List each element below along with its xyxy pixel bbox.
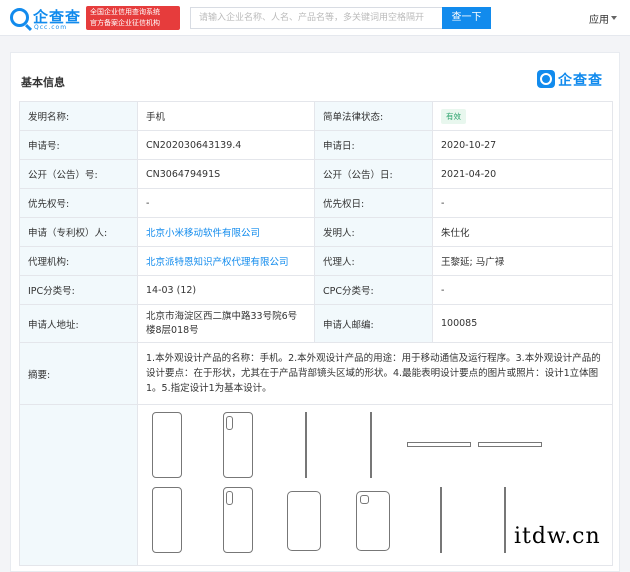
field-label: 申请号: (19, 130, 138, 160)
abstract-text: 1.本外观设计产品的名称：手机。2.本外观设计产品的用途：用于移动通信及运行程序… (137, 342, 613, 405)
field-value: CN306479491S (137, 159, 315, 189)
field-value: - (432, 188, 613, 218)
field-label: 简单法律状态: (314, 101, 433, 131)
agency-link[interactable]: 北京派特恩知识产权代理有限公司 (137, 246, 315, 276)
search-input[interactable]: 请输入企业名称、人名、产品名等，多关键词用空格隔开 (190, 7, 442, 29)
chevron-down-icon[interactable] (611, 16, 617, 20)
watermark-text: itdw.cn (514, 524, 601, 549)
patent-info-table: 发明名称: 手机 简单法律状态: 有效 申请号: CN202030643139.… (19, 101, 613, 566)
field-value: - (137, 188, 315, 218)
phone-bottom-edge-image (478, 442, 542, 447)
field-label: 发明名称: (19, 101, 138, 131)
field-value: 100085 (432, 304, 613, 343)
badge-line-1: 全国企业信用查询系统 (90, 8, 160, 16)
field-label: 公开（公告）号: (19, 159, 138, 189)
logo-icon[interactable] (10, 8, 29, 27)
status-cell: 有效 (432, 101, 613, 131)
table-row: 申请（专利权）人: 北京小米移动软件有限公司 发明人: 朱仕化 (19, 217, 613, 247)
search-button[interactable]: 查一下 (442, 7, 491, 29)
field-label: 优先权日: (314, 188, 433, 218)
field-value: 2020-10-27 (432, 130, 613, 160)
field-label: 优先权号: (19, 188, 138, 218)
phone-side-view-image (370, 412, 372, 478)
phone-perspective-image (287, 491, 321, 551)
table-row: IPC分类号: 14-03 (12) CPC分类号: - (19, 275, 613, 305)
section-title: 基本信息 (21, 76, 65, 89)
phone-front-view-image (152, 412, 182, 478)
table-row: 优先权号: - 优先权日: - (19, 188, 613, 218)
brand-logo: 企查查 (537, 69, 609, 89)
table-row: 发明名称: 手机 简单法律状态: 有效 (19, 101, 613, 131)
status-badge: 有效 (441, 108, 466, 124)
logo-subtitle: Qcc.com (34, 24, 68, 31)
field-label (19, 404, 138, 566)
brand-text: 企查查 (558, 73, 603, 89)
field-value: - (432, 275, 613, 305)
phone-perspective-image (152, 487, 182, 553)
field-label: 申请人邮编: (314, 304, 433, 343)
brand-icon (537, 70, 555, 88)
field-label: 摘要: (19, 342, 138, 405)
table-row: 申请人地址: 北京市海淀区西二旗中路33号院6号楼8层018号 申请人邮编: 1… (19, 304, 613, 343)
phone-perspective-image (223, 487, 253, 553)
table-row: 申请号: CN202030643139.4 申请日: 2020-10-27 (19, 130, 613, 160)
field-label: 代理机构: (19, 246, 138, 276)
certification-badge: 全国企业信用查询系统 官方备案企业征信机构 (86, 6, 180, 30)
field-value: 14-03 (12) (137, 275, 315, 305)
phone-top-edge-image (407, 442, 471, 447)
field-label: CPC分类号: (314, 275, 433, 305)
field-label: 代理人: (314, 246, 433, 276)
phone-perspective-image (356, 491, 390, 551)
phone-side-view-image (305, 412, 307, 478)
field-value: 手机 (137, 101, 315, 131)
field-value: CN202030643139.4 (137, 130, 315, 160)
phone-side-view-image (504, 487, 506, 553)
field-value: 朱仕化 (432, 217, 613, 247)
app-menu[interactable]: 应用 (589, 11, 609, 26)
table-row: 摘要: 1.本外观设计产品的名称：手机。2.本外观设计产品的用途：用于移动通信及… (19, 342, 613, 405)
field-value: 2021-04-20 (432, 159, 613, 189)
table-row: 代理机构: 北京派特恩知识产权代理有限公司 代理人: 王黎延; 马广禄 (19, 246, 613, 276)
basic-info-panel: 基本信息 企查查 发明名称: 手机 简单法律状态: 有效 申请号: CN2020… (10, 52, 620, 572)
field-label: 申请人地址: (19, 304, 138, 343)
field-value: 王黎延; 马广禄 (432, 246, 613, 276)
field-label: 申请（专利权）人: (19, 217, 138, 247)
badge-line-2: 官方备案企业征信机构 (90, 19, 160, 27)
table-row: 公开（公告）号: CN306479491S 公开（公告）日: 2021-04-2… (19, 159, 613, 189)
field-label: 申请日: (314, 130, 433, 160)
phone-back-view-image (223, 412, 253, 478)
phone-side-view-image (440, 487, 442, 553)
field-label: 公开（公告）日: (314, 159, 433, 189)
applicant-link[interactable]: 北京小米移动软件有限公司 (137, 217, 315, 247)
field-label: IPC分类号: (19, 275, 138, 305)
field-label: 发明人: (314, 217, 433, 247)
field-value: 北京市海淀区西二旗中路33号院6号楼8层018号 (137, 304, 315, 343)
top-bar: 企查查 Qcc.com 全国企业信用查询系统 官方备案企业征信机构 请输入企业名… (0, 0, 630, 36)
